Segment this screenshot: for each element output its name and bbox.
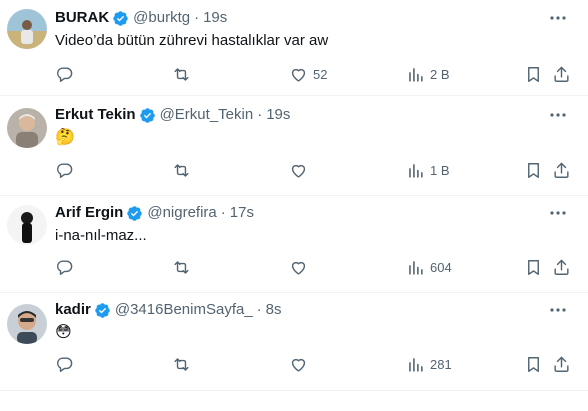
tweet-feed: BURAK @burktg · 19s Video’da bütün zühre… [0,0,588,391]
view-count: 1 B [430,162,450,178]
tweet-actions: 1 B [0,160,588,180]
share-icon [554,162,569,178]
timestamp[interactable]: 19s [266,105,290,125]
tweet-actions: 52 2 B [0,64,588,84]
bookmark-button[interactable] [524,64,543,84]
heart-icon [291,261,306,275]
heart-icon [291,164,306,178]
tweet[interactable]: kadir @3416BenimSayfa_ · 8s 😳 281 [0,293,588,391]
reply-button[interactable] [55,354,74,374]
handle[interactable]: @burktg [133,8,190,28]
bookmark-button[interactable] [524,354,543,374]
like-button[interactable]: 52 [289,64,327,84]
like-button[interactable] [289,160,313,180]
share-icon [554,66,569,82]
tweet-actions: 604 [0,257,588,277]
separator-dot: · [220,204,226,221]
reply-icon [57,66,73,82]
views-button[interactable]: 1 B [406,160,450,180]
heart-icon [291,358,306,372]
verified-badge-icon [94,302,111,319]
tweet-header: Arif Ergin @nigrefira · 17s [55,203,254,223]
share-button[interactable] [552,257,571,277]
retweet-icon [174,67,189,81]
tweet[interactable]: Erkut Tekin @Erkut_Tekin · 19s 🤔 1 B [0,96,588,196]
like-count: 52 [313,66,328,82]
retweet-icon [174,260,189,274]
heart-icon [291,68,306,82]
reply-button[interactable] [55,257,74,277]
timestamp[interactable]: 19s [203,8,227,28]
tweet-header: kadir @3416BenimSayfa_ · 8s [55,300,282,320]
tweet-header: Erkut Tekin @Erkut_Tekin · 19s [55,105,290,125]
analytics-icon [409,260,423,275]
avatar[interactable] [7,9,47,49]
tweet[interactable]: Arif Ergin @nigrefira · 17s i-na-nıl-maz… [0,196,588,293]
retweet-button[interactable] [172,160,191,180]
handle[interactable]: @3416BenimSayfa_ [115,300,253,320]
bookmark-button[interactable] [524,160,543,180]
share-button[interactable] [552,354,571,374]
retweet-button[interactable] [172,64,191,84]
avatar[interactable] [7,108,47,148]
share-button[interactable] [552,64,571,84]
display-name[interactable]: Arif Ergin [55,203,123,223]
handle[interactable]: @Erkut_Tekin [160,105,254,125]
bookmark-icon [528,356,539,372]
views-button[interactable]: 2 B [406,64,450,84]
reply-icon [57,356,73,372]
separator-dot: · [194,9,200,26]
tweet-text: Video’da bütün zührevi hastalıklar var a… [55,32,329,49]
more-horizontal-icon[interactable] [548,8,568,28]
retweet-icon [174,357,189,371]
bookmark-icon [528,162,539,178]
views-button[interactable]: 604 [406,257,452,277]
tweet-text: i-na-nıl-maz... [55,227,147,244]
display-name[interactable]: BURAK [55,8,109,28]
separator-dot: · [256,301,262,318]
retweet-button[interactable] [172,354,191,374]
view-count: 281 [430,356,452,372]
tweet[interactable]: BURAK @burktg · 19s Video’da bütün zühre… [0,0,588,96]
tweet-text: 🤔 [55,129,75,146]
separator-dot: · [257,106,263,123]
handle[interactable]: @nigrefira [147,203,216,223]
tweet-text: 😳 [55,324,72,341]
bookmark-button[interactable] [524,257,543,277]
more-horizontal-icon[interactable] [548,203,568,223]
like-button[interactable] [289,354,313,374]
verified-badge-icon [139,107,156,124]
like-button[interactable] [289,257,313,277]
analytics-icon [409,67,423,82]
reply-icon [57,162,73,178]
analytics-icon [409,357,423,372]
retweet-button[interactable] [172,257,191,277]
verified-badge-icon [126,205,143,222]
timestamp[interactable]: 17s [230,203,254,223]
more-horizontal-icon[interactable] [548,300,568,320]
more-horizontal-icon[interactable] [548,105,568,125]
reply-button[interactable] [55,160,74,180]
tweet-actions: 281 [0,354,588,374]
retweet-icon [174,163,189,177]
bookmark-icon [528,66,539,82]
verified-badge-icon [112,10,129,27]
avatar[interactable] [7,205,47,245]
tweet-header: BURAK @burktg · 19s [55,8,227,28]
share-button[interactable] [552,160,571,180]
analytics-icon [409,163,423,178]
view-count: 604 [430,259,452,275]
views-button[interactable]: 281 [406,354,452,374]
display-name[interactable]: kadir [55,300,91,320]
avatar[interactable] [7,304,47,344]
bookmark-icon [528,259,539,275]
reply-icon [57,259,73,275]
timestamp[interactable]: 8s [266,300,282,320]
display-name[interactable]: Erkut Tekin [55,105,136,125]
view-count: 2 B [430,66,450,82]
share-icon [554,356,569,372]
reply-button[interactable] [55,64,74,84]
share-icon [554,259,569,275]
